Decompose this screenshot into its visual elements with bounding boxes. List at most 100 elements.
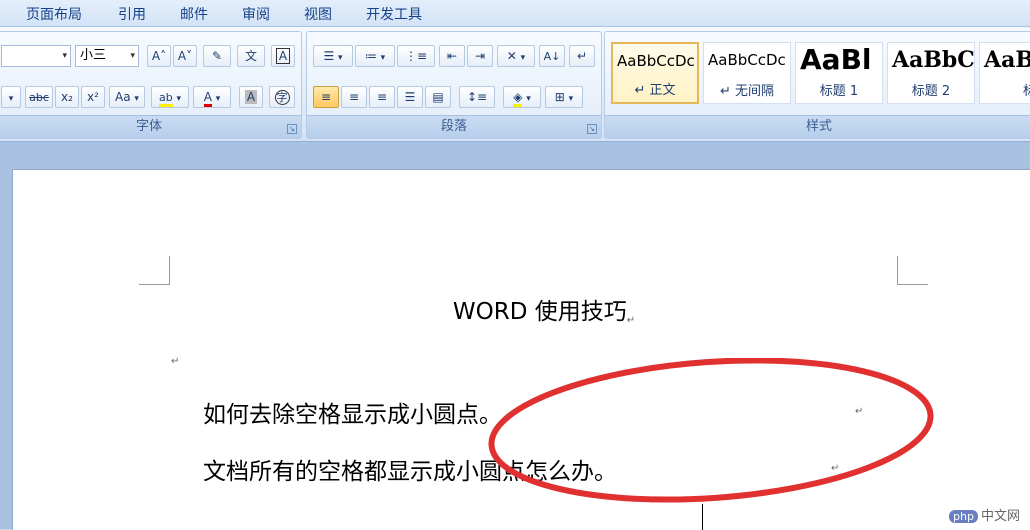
chevron-down-icon: ▾ <box>176 94 182 104</box>
change-case-button[interactable]: Aa ▾ <box>109 86 145 108</box>
ribbon: ▾ 小三 ▾ A˄ A˅ ✎ 文 A ▾ abc x₂ x² Aa ▾ ab ▾… <box>0 27 1030 142</box>
style-no-spacing[interactable]: AaBbCcDc ↵ 无间隔 <box>703 42 791 104</box>
style-name: ↵ 正文 <box>634 83 676 98</box>
phonetic-guide-button[interactable]: 文 <box>237 45 265 67</box>
bullets-icon: ☰ <box>323 49 335 63</box>
paragraph-mark-icon: ↵ <box>171 356 180 367</box>
watermark: php 中文网 <box>945 504 1024 525</box>
styles-group-label: 样式 <box>605 115 1030 138</box>
justify-icon: ☰ <box>404 90 416 104</box>
distribute-icon: ▤ <box>432 90 444 104</box>
sort-button[interactable]: A↓ <box>539 45 565 67</box>
eraser-icon: ✎ <box>211 49 223 63</box>
chevron-down-icon: ▾ <box>526 94 531 104</box>
style-heading-1[interactable]: AaBl 标题 1 <box>795 42 883 104</box>
chevron-down-icon: ▾ <box>338 53 343 63</box>
style-sample: AaBbCcDc <box>617 52 695 70</box>
style-sample: AaB <box>984 47 1030 73</box>
menu-mailings[interactable]: 邮件 <box>180 4 208 24</box>
char-shading-icon: A <box>244 90 258 104</box>
style-name: ↵ 无间隔 <box>719 84 775 99</box>
paragraph-group-label: 段落 <box>307 115 601 138</box>
menu-developer[interactable]: 开发工具 <box>366 4 422 24</box>
bullets-button[interactable]: ☰ ▾ <box>313 45 353 67</box>
highlight-button[interactable]: ab ▾ <box>151 86 189 108</box>
dialog-launcher-icon[interactable]: ↘ <box>587 124 597 134</box>
font-group-label: 字体 <box>0 115 301 138</box>
menu-page-layout[interactable]: 页面布局 <box>26 4 82 24</box>
font-size-combo[interactable]: 小三 ▾ <box>75 45 139 67</box>
menu-bar: 页面布局 引用 邮件 审阅 视图 开发工具 <box>0 0 1030 27</box>
font-color-icon: A <box>203 90 212 107</box>
show-marks-button[interactable]: ↵ <box>569 45 595 67</box>
chevron-down-icon: ▾ <box>380 53 386 63</box>
justify-button[interactable]: ☰ <box>397 86 423 108</box>
paragraph-1[interactable]: 如何去除空格显示成小圆点。 <box>203 395 502 429</box>
enclose-char-icon: 字 <box>274 90 290 105</box>
superscript-button[interactable]: x² <box>81 86 105 108</box>
style-heading-2[interactable]: AaBbC 标题 2 <box>887 42 975 104</box>
increase-indent-button[interactable]: ⇥ <box>467 45 493 67</box>
borders-icon: ⊞ <box>554 90 565 104</box>
grow-font-button[interactable]: A˄ <box>147 45 171 67</box>
style-normal[interactable]: AaBbCcDc ↵ 正文 <box>611 42 699 104</box>
document-page[interactable]: WORD 使用技巧↵ ↵ 如何去除空格显示成小圆点。 ↵ 文档所有的空格都显示成… <box>12 169 1030 530</box>
subscript-button[interactable]: x₂ <box>55 86 79 108</box>
font-size-value: 小三 <box>80 48 107 63</box>
distribute-button[interactable]: ▤ <box>425 86 451 108</box>
chevron-down-icon: ▾ <box>130 51 135 61</box>
chevron-down-icon: ▾ <box>134 94 139 104</box>
font-group: ▾ 小三 ▾ A˄ A˅ ✎ 文 A ▾ abc x₂ x² Aa ▾ ab ▾… <box>0 31 302 139</box>
annotation-ellipse <box>488 358 934 503</box>
numbering-button[interactable]: ≔ ▾ <box>355 45 395 67</box>
paragraph-mark-icon: ↵ <box>576 49 588 63</box>
align-right-button[interactable]: ≡ <box>369 86 395 108</box>
grow-font-icon: A˄ <box>151 49 167 63</box>
shrink-font-icon: A˅ <box>177 49 193 63</box>
style-name: 标 <box>980 80 1030 99</box>
chinese-layout-icon: ✕ <box>506 49 517 63</box>
line-spacing-icon: ↕≡ <box>466 90 488 104</box>
shading-button[interactable]: ◈ ▾ <box>503 86 541 108</box>
chevron-down-icon: ▾ <box>215 94 221 104</box>
highlighter-icon: ab <box>158 91 173 107</box>
chinese-layout-button[interactable]: ✕ ▾ <box>497 45 535 67</box>
align-center-icon: ≡ <box>348 90 360 104</box>
chevron-down-icon: ▾ <box>568 94 574 104</box>
styles-group: AaBbCcDc ↵ 正文 AaBbCcDc ↵ 无间隔 AaBl 标题 1 A… <box>604 31 1030 139</box>
shrink-font-button[interactable]: A˅ <box>173 45 197 67</box>
enclose-char-button[interactable]: 字 <box>269 86 295 108</box>
menu-references[interactable]: 引用 <box>118 4 146 24</box>
paragraph-mark-icon: ↵ <box>626 315 636 326</box>
borders-button[interactable]: ⊞ ▾ <box>545 86 583 108</box>
menu-view[interactable]: 视图 <box>304 4 332 24</box>
underline-dropdown[interactable]: ▾ <box>1 86 21 108</box>
char-shading-button[interactable]: A <box>239 86 263 108</box>
style-sample: AaBbCcDc <box>708 51 786 69</box>
document-title[interactable]: WORD 使用技巧↵ <box>13 292 1030 326</box>
menu-review[interactable]: 审阅 <box>242 4 270 24</box>
align-left-icon: ≡ <box>320 90 332 104</box>
superscript-icon: x² <box>87 90 99 104</box>
strikethrough-icon: abc <box>29 91 49 104</box>
style-name: 标题 2 <box>911 84 951 99</box>
align-center-button[interactable]: ≡ <box>341 86 367 108</box>
line-spacing-button[interactable]: ↕≡ <box>459 86 495 108</box>
dialog-launcher-icon[interactable]: ↘ <box>287 124 297 134</box>
clear-format-button[interactable]: ✎ <box>203 45 231 67</box>
decrease-indent-button[interactable]: ⇤ <box>439 45 465 67</box>
style-sample: AaBl <box>800 43 872 76</box>
strikethrough-button[interactable]: abc <box>25 86 53 108</box>
style-heading-3[interactable]: AaB 标 <box>979 42 1030 104</box>
title-text: WORD 使用技巧 <box>452 299 627 325</box>
char-border-button[interactable]: A <box>271 45 295 67</box>
align-right-icon: ≡ <box>376 90 388 104</box>
multilevel-list-button[interactable]: ⋮≡ <box>397 45 435 67</box>
sort-icon: A↓ <box>543 50 561 63</box>
align-left-button[interactable]: ≡ <box>313 86 339 108</box>
chevron-down-icon: ▾ <box>62 51 67 61</box>
style-sample: AaBbC <box>892 47 975 73</box>
font-color-button[interactable]: A ▾ <box>193 86 231 108</box>
font-name-combo[interactable]: ▾ <box>1 45 71 67</box>
multilevel-list-icon: ⋮≡ <box>404 49 428 63</box>
